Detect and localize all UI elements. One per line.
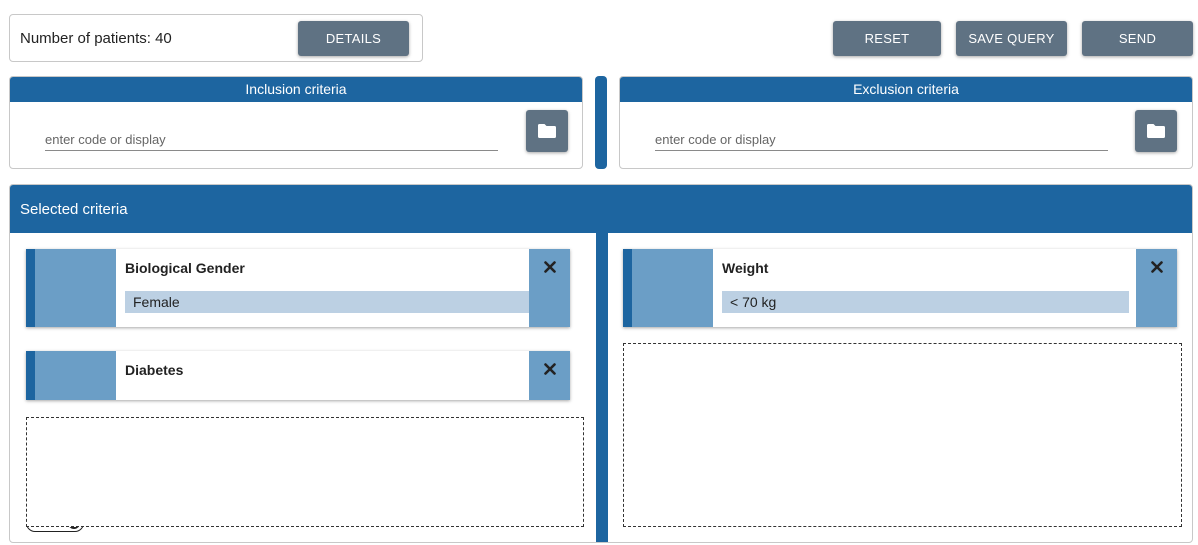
- remove-criterion-button[interactable]: [1136, 249, 1177, 327]
- criterion-value[interactable]: Female: [125, 291, 531, 313]
- criterion-title: Weight: [722, 260, 769, 276]
- patient-count: Number of patients: 40: [20, 30, 172, 47]
- exclusion-drop-zone[interactable]: [623, 343, 1182, 527]
- details-button[interactable]: DETAILS: [298, 21, 409, 56]
- card-drag-handle[interactable]: [35, 249, 116, 327]
- remove-criterion-button[interactable]: [529, 351, 570, 400]
- card-stripe: [623, 249, 632, 327]
- inclusion-criterion-card[interactable]: Biological Gender Female: [26, 249, 570, 327]
- criterion-title: Diabetes: [125, 362, 184, 378]
- criteria-divider: [595, 76, 607, 169]
- card-drag-handle[interactable]: [632, 249, 713, 327]
- criterion-title: Biological Gender: [125, 260, 245, 276]
- exclusion-search-input[interactable]: [655, 129, 1108, 151]
- folder-icon: [1147, 124, 1165, 138]
- inclusion-criterion-card[interactable]: Diabetes: [26, 351, 570, 400]
- close-icon: [1150, 261, 1163, 273]
- close-icon: [543, 261, 556, 273]
- exclusion-criterion-card[interactable]: Weight < 70 kg: [623, 249, 1177, 327]
- criterion-value[interactable]: < 70 kg: [722, 291, 1129, 313]
- inclusion-drop-zone[interactable]: [26, 417, 584, 527]
- selected-criteria-title: Selected criteria: [10, 185, 1192, 233]
- exclusion-browse-button[interactable]: [1135, 110, 1177, 152]
- card-drag-handle[interactable]: [35, 351, 116, 400]
- card-stripe: [26, 249, 35, 327]
- close-icon: [543, 363, 556, 375]
- selected-divider: [596, 233, 608, 542]
- exclusion-criteria-title: Exclusion criteria: [620, 77, 1192, 102]
- selected-criteria-panel: Selected criteria Biological Gender Fema…: [9, 184, 1193, 543]
- card-stripe: [26, 351, 35, 400]
- send-button[interactable]: SEND: [1082, 21, 1193, 56]
- inclusion-browse-button[interactable]: [526, 110, 568, 152]
- inclusion-criteria-panel: Inclusion criteria: [9, 76, 583, 169]
- inclusion-search-input[interactable]: [45, 129, 498, 151]
- save-query-button[interactable]: SAVE QUERY: [956, 21, 1067, 56]
- inclusion-criteria-title: Inclusion criteria: [10, 77, 582, 102]
- folder-icon: [538, 124, 556, 138]
- reset-button[interactable]: RESET: [833, 21, 941, 56]
- exclusion-criteria-panel: Exclusion criteria: [619, 76, 1193, 169]
- remove-criterion-button[interactable]: [529, 249, 570, 327]
